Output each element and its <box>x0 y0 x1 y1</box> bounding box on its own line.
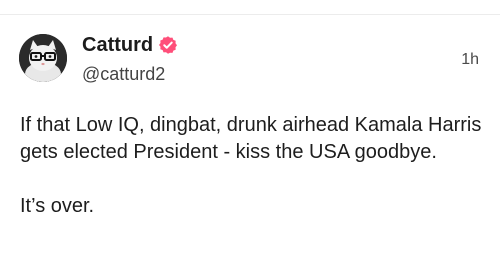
post-timestamp[interactable]: 1h <box>461 50 479 70</box>
author-name[interactable]: Catturd <box>82 33 178 57</box>
author-handle[interactable]: @catturd2 <box>82 63 165 85</box>
post-text-paragraph: If that Low IQ, dingbat, drunk airhead K… <box>20 114 482 163</box>
author-display-name[interactable]: Catturd <box>82 33 153 57</box>
cat-with-glasses-avatar-icon[interactable] <box>19 34 67 82</box>
top-divider <box>0 14 500 15</box>
post-text-paragraph: It’s over. <box>20 195 95 217</box>
verified-badge-icon <box>158 35 178 55</box>
post-text: If that Low IQ, dingbat, drunk airhead K… <box>20 112 485 220</box>
